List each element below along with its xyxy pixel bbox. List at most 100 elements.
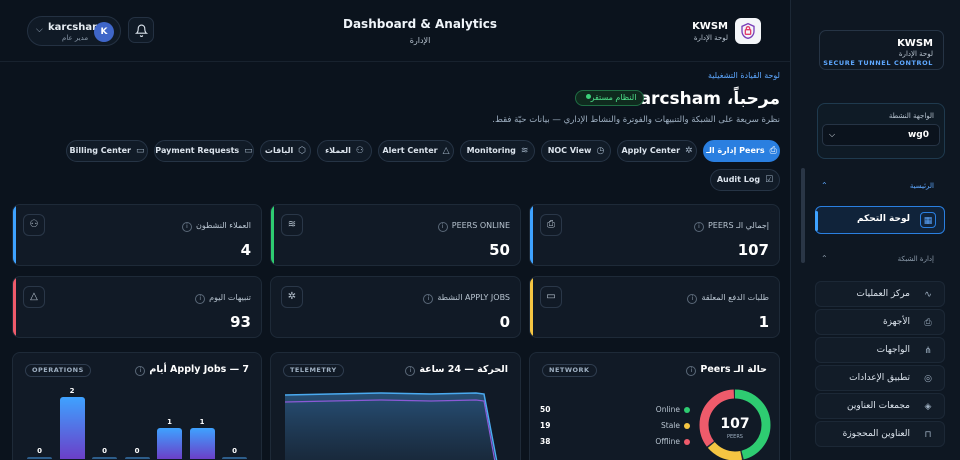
button-label: Monitoring bbox=[466, 146, 516, 155]
sidebar-section-home[interactable]: الرئيسية bbox=[910, 182, 934, 190]
stat-card-total-peers[interactable]: ⎙ إجمالي الـ PEERSi 107 bbox=[529, 204, 780, 266]
button-label: إدارة الـ Peers bbox=[706, 146, 765, 155]
panel-title: حالة الـ Peersi bbox=[686, 364, 767, 376]
button-label: NOC View bbox=[547, 146, 592, 155]
bar-value-label: 2 bbox=[69, 387, 75, 395]
stat-card-active-customers[interactable]: ⚇ العملاء النشطونi 4 bbox=[12, 204, 262, 266]
card-value: 50 bbox=[489, 241, 510, 259]
apply-center-button[interactable]: Apply Center ✲ bbox=[617, 140, 697, 162]
breadcrumb[interactable]: لوحة القيادة التشغيلية bbox=[600, 71, 780, 80]
sidebar-scrollbar[interactable] bbox=[801, 168, 805, 263]
brand-logo bbox=[735, 18, 761, 44]
operations-panel: OPERATIONS Apply Jobs — 7 أيامi 0 2 0 0 1 1 0 bbox=[12, 352, 262, 460]
info-icon[interactable]: i bbox=[687, 294, 698, 304]
audit-log-button[interactable]: Audit Log ☑ bbox=[710, 169, 780, 191]
brand-name: KWSM bbox=[692, 21, 728, 32]
users-icon: ⚇ bbox=[23, 214, 45, 236]
chevron-down-icon: ⌵ bbox=[829, 130, 836, 139]
user-menu[interactable]: ⌵ karcsham مدير عام K bbox=[27, 16, 121, 46]
card-label: PEERS ONLINEi bbox=[437, 221, 510, 232]
billing-center-button[interactable]: Billing Center ▭ bbox=[66, 140, 148, 162]
card-icon: ▭ bbox=[135, 146, 145, 156]
card-value: 0 bbox=[499, 313, 510, 331]
sidebar-item-reserved-addresses[interactable]: العناوين المحجوزة ⊓ bbox=[815, 421, 945, 447]
legend-value: 19 bbox=[540, 421, 551, 430]
card-label-text: تنبيهات اليوم bbox=[209, 293, 251, 302]
chevron-up-icon[interactable]: ⌃ bbox=[821, 181, 828, 190]
alert-center-button[interactable]: Alert Center △ bbox=[378, 140, 454, 162]
notifications-button[interactable] bbox=[128, 17, 154, 43]
page-description: نظرة سريعة على الشبكة والتنبيهات والفوتر… bbox=[492, 115, 780, 125]
sidebar: KWSM لوحة الإدارة SECURE TUNNEL CONTROL … bbox=[790, 0, 960, 460]
button-label: Payment Requests bbox=[155, 146, 240, 155]
info-icon[interactable]: i bbox=[686, 366, 697, 376]
traffic-area bbox=[285, 393, 497, 460]
customers-button[interactable]: العملاء ⚇ bbox=[317, 140, 372, 162]
panel-title-text: حالة الـ Peers bbox=[700, 364, 767, 375]
legend-item-offline: 38 Offline bbox=[540, 437, 690, 449]
peers-management-button[interactable]: إدارة الـ Peers ⎙ bbox=[703, 140, 780, 162]
shield-icon bbox=[741, 22, 755, 40]
apply-jobs-bar-chart: 0 2 0 0 1 1 0 bbox=[13, 387, 261, 459]
wifi-icon: ≋ bbox=[520, 146, 529, 156]
sidebar-brand-name: KWSM bbox=[897, 38, 933, 49]
panel-title: Apply Jobs — 7 أيامi bbox=[135, 364, 249, 376]
sidebar-item-operations-center[interactable]: مركز العمليات ∿ bbox=[815, 281, 945, 307]
sidebar-item-interfaces[interactable]: الواجهات ⋔ bbox=[815, 337, 945, 363]
interface-select[interactable]: ⌵ wg0 bbox=[822, 124, 940, 146]
noc-view-button[interactable]: NOC View ◷ bbox=[541, 140, 611, 162]
bar-value-label: 1 bbox=[199, 418, 205, 426]
interface-label: الواجهة النشطة bbox=[888, 112, 934, 120]
sidebar-section-network[interactable]: إدارة الشبكة bbox=[898, 255, 934, 263]
bar-day-3[interactable] bbox=[92, 457, 117, 459]
sidebar-item-address-pools[interactable]: مجمعات العناوين ◈ bbox=[815, 393, 945, 419]
info-icon[interactable]: i bbox=[423, 294, 434, 304]
card-icon: ▭ bbox=[540, 286, 562, 308]
info-icon[interactable]: i bbox=[405, 366, 416, 376]
bell-icon bbox=[135, 24, 148, 37]
monitoring-button[interactable]: Monitoring ≋ bbox=[460, 140, 535, 162]
bookmark-icon: ⊓ bbox=[924, 430, 932, 440]
sidebar-item-apply-settings[interactable]: تطبيق الإعدادات ◎ bbox=[815, 365, 945, 391]
card-accent bbox=[13, 205, 16, 265]
legend-dot bbox=[684, 439, 690, 445]
bar-day-2[interactable] bbox=[59, 397, 85, 459]
legend-item-stale: 19 Stale bbox=[540, 421, 690, 433]
legend-label: Offline bbox=[655, 437, 680, 446]
sidebar-item-dashboard[interactable]: لوحة التحكم ▦ bbox=[815, 206, 945, 234]
card-label: العملاء النشطونi bbox=[181, 221, 251, 232]
payment-requests-button[interactable]: Payment Requests ▭ bbox=[154, 140, 254, 162]
stat-card-pending-payments[interactable]: ▭ طلبات الدفع المعلقةi 1 bbox=[529, 276, 780, 338]
bar-day-7[interactable] bbox=[222, 457, 247, 459]
sidebar-item-devices[interactable]: الأجهزة ⎙ bbox=[815, 309, 945, 335]
chevron-up-icon[interactable]: ⌃ bbox=[821, 254, 828, 263]
legend-dot bbox=[684, 407, 690, 413]
sidebar-brand-tagline: SECURE TUNNEL CONTROL bbox=[823, 59, 933, 67]
stat-card-peers-online[interactable]: ≋ PEERS ONLINEi 50 bbox=[270, 204, 521, 266]
telemetry-panel: TELEMETRY الحركة — 24 ساعةi bbox=[270, 352, 521, 460]
info-icon[interactable]: i bbox=[135, 366, 146, 376]
card-label-text: طلبات الدفع المعلقة bbox=[701, 293, 769, 302]
bar-day-6[interactable] bbox=[189, 428, 215, 459]
sidebar-item-label: العناوين المحجوزة bbox=[842, 429, 910, 439]
info-icon[interactable]: i bbox=[195, 294, 206, 304]
panel-tag: NETWORK bbox=[542, 364, 597, 377]
button-label: العملاء bbox=[325, 146, 351, 155]
info-icon[interactable]: i bbox=[181, 222, 192, 232]
stat-card-alerts-today[interactable]: △ تنبيهات اليومi 93 bbox=[12, 276, 262, 338]
layers-icon: ◈ bbox=[924, 402, 932, 412]
bar-day-1[interactable] bbox=[27, 457, 52, 459]
panel-title: الحركة — 24 ساعةi bbox=[405, 364, 508, 376]
info-icon[interactable]: i bbox=[693, 222, 704, 232]
bar-day-4[interactable] bbox=[124, 457, 150, 459]
page-title: Dashboard & Analytics bbox=[343, 17, 497, 31]
wifi-icon: ≋ bbox=[281, 214, 303, 236]
sidebar-item-label: لوحة التحكم bbox=[856, 214, 910, 224]
bar-day-5[interactable] bbox=[157, 428, 182, 459]
stat-card-apply-jobs[interactable]: ✲ APPLY JOBS النشطةi 0 bbox=[270, 276, 521, 338]
sidebar-item-label: مركز العمليات bbox=[856, 289, 910, 299]
bar-value-label: 1 bbox=[167, 418, 172, 426]
packages-button[interactable]: الباقات ⬡ bbox=[260, 140, 311, 162]
sidebar-brand: KWSM لوحة الإدارة SECURE TUNNEL CONTROL bbox=[819, 30, 944, 70]
info-icon[interactable]: i bbox=[437, 222, 448, 232]
